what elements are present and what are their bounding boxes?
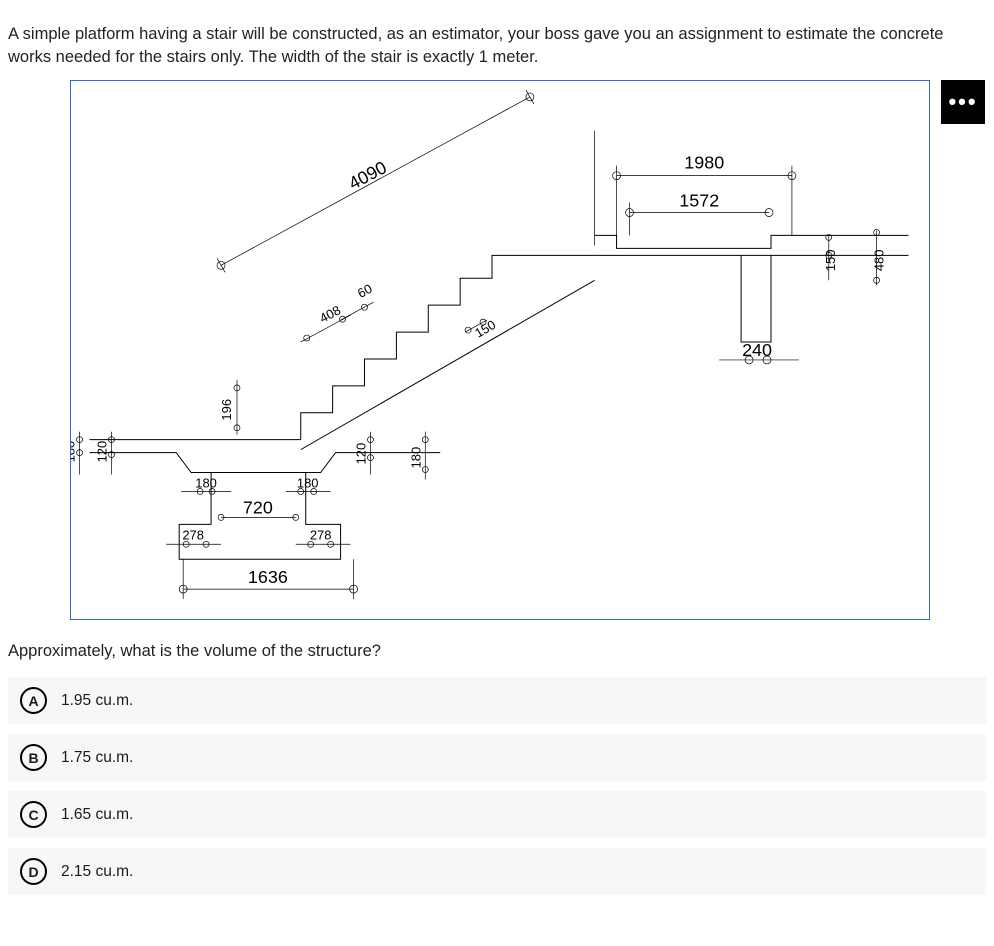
more-options-button[interactable]: ••• — [941, 80, 985, 124]
figure-wrap: 4090 1980 — [70, 80, 940, 620]
dim-120l-text: 120 — [94, 441, 109, 463]
option-d[interactable]: D 2.15 cu.m. — [8, 848, 986, 895]
page: A simple platform having a stair will be… — [0, 0, 994, 925]
dim-720-text: 720 — [243, 498, 273, 518]
stair-flight: 150 — [301, 256, 595, 450]
sub-question: Approximately, what is the volume of the… — [8, 642, 986, 661]
option-text: 2.15 cu.m. — [61, 863, 133, 881]
dim-278R-text: 278 — [310, 528, 332, 543]
dim-150r-text: 150 — [823, 250, 838, 272]
option-b[interactable]: B 1.75 cu.m. — [8, 734, 986, 781]
option-text: 1.95 cu.m. — [61, 692, 133, 710]
dim-180L-text: 180 — [195, 476, 217, 491]
dim-180r-text: 180 — [408, 447, 423, 469]
dim-4090: 4090 — [217, 90, 534, 272]
option-a[interactable]: A 1.95 cu.m. — [8, 677, 986, 724]
right-platform: 1980 1572 240 150 — [595, 131, 909, 364]
option-text: 1.75 cu.m. — [61, 749, 133, 767]
option-text: 1.65 cu.m. — [61, 806, 133, 824]
engineering-figure: 4090 1980 — [70, 80, 930, 620]
option-letter: D — [20, 858, 47, 885]
dim-408-text: 408 — [317, 303, 343, 326]
dim-196-text: 196 — [219, 399, 234, 421]
ellipsis-icon: ••• — [948, 89, 977, 115]
question-prompt: A simple platform having a stair will be… — [8, 23, 986, 71]
dim-240-text: 240 — [742, 340, 772, 360]
option-c[interactable]: C 1.65 cu.m. — [8, 791, 986, 838]
dim-60-text: 60 — [355, 281, 375, 301]
option-letter: C — [20, 801, 47, 828]
dim-1572-text: 1572 — [679, 191, 719, 211]
option-letter: A — [20, 687, 47, 714]
dim-180R-text: 180 — [297, 476, 319, 491]
dim-180l-text: 180 — [71, 441, 78, 463]
dim-150s-text: 150 — [472, 317, 498, 341]
stair-drawing: 4090 1980 — [71, 81, 929, 619]
dim-1636-text: 1636 — [248, 567, 288, 587]
dim-480-text: 480 — [872, 250, 887, 272]
lower-landing: 60 408 196 180 — [71, 281, 440, 599]
dim-120r-text: 120 — [353, 443, 368, 465]
option-letter: B — [20, 744, 47, 771]
dim-1980-text: 1980 — [684, 153, 724, 173]
dim-278L-text: 278 — [182, 528, 204, 543]
dim-4090-text: 4090 — [345, 157, 390, 193]
